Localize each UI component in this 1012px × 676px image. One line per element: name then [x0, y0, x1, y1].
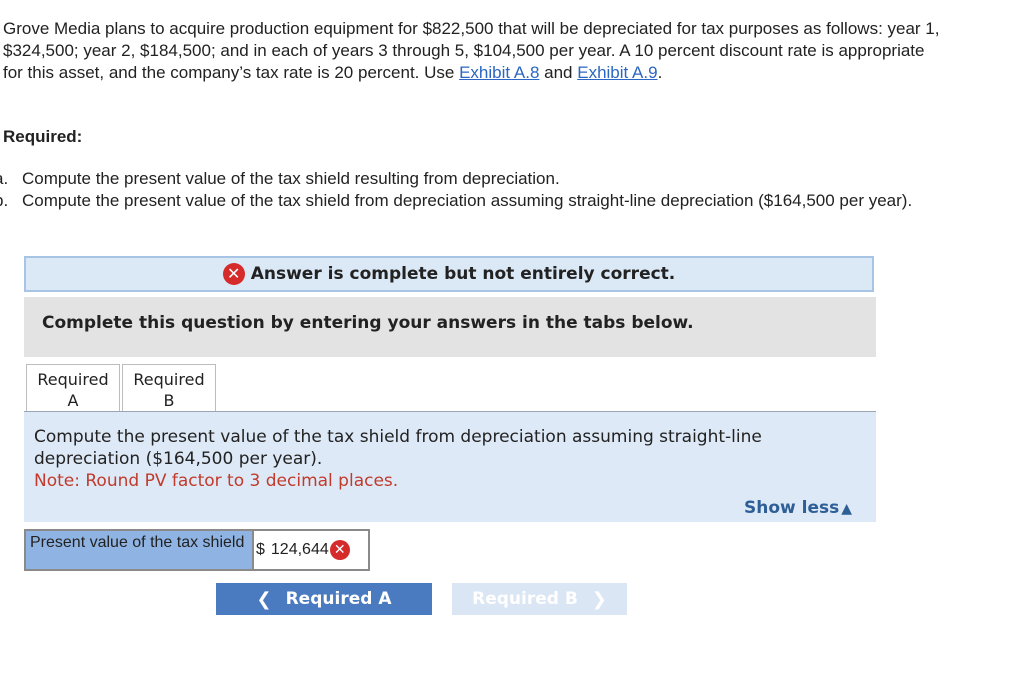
answer-value[interactable]: 124,644: [271, 541, 329, 559]
prev-button-label: Required A: [285, 589, 392, 609]
answer-label: Present value of the tax shield: [24, 529, 254, 571]
requirement-text: Compute the present value of the tax shi…: [22, 169, 560, 188]
banner-text: Answer is complete but not entirely corr…: [250, 264, 676, 284]
question-note: Note: Round PV factor to 3 decimal place…: [34, 471, 399, 491]
requirement-letter: a.: [0, 169, 9, 188]
question-text: Compute the present value of the tax shi…: [34, 427, 762, 469]
problem-text-between: and: [539, 63, 578, 82]
triangle-up-icon: ▲: [841, 501, 852, 517]
tab-required-b[interactable]: Required B: [122, 364, 216, 412]
problem-statement: Grove Media plans to acquire production …: [3, 18, 943, 84]
exhibit-a9-link[interactable]: Exhibit A.9: [577, 63, 657, 82]
tab-label-line1: Required: [133, 370, 205, 389]
requirement-item: a. Compute the present value of the tax …: [0, 168, 950, 190]
requirement-tabs: Required A Required B: [26, 364, 216, 412]
x-circle-icon: ✕: [222, 263, 245, 285]
next-button-label: Required B: [472, 589, 578, 609]
show-less-toggle[interactable]: Show less ▲: [744, 497, 852, 520]
instruction-box: Complete this question by entering your …: [24, 297, 876, 357]
problem-text-end: .: [657, 63, 663, 82]
requirement-item: b. Compute the present value of the tax …: [0, 190, 950, 212]
show-less-label: Show less: [743, 498, 840, 518]
chevron-right-icon: ❯: [591, 588, 607, 610]
requirement-letter: b.: [0, 191, 9, 210]
answer-input-cell[interactable]: $ 124,644 ✕: [254, 529, 370, 571]
chevron-left-icon: ❮: [256, 588, 272, 610]
next-required-b-button[interactable]: Required B ❯: [452, 583, 627, 615]
answer-table: Present value of the tax shield $ 124,64…: [24, 529, 370, 571]
tab-label-line2: A: [67, 391, 79, 410]
answer-status-banner: ✕ Answer is complete but not entirely co…: [24, 256, 874, 292]
exhibit-a8-link[interactable]: Exhibit A.8: [459, 63, 539, 82]
required-heading: Required:: [3, 127, 83, 146]
tab-required-a[interactable]: Required A: [26, 364, 120, 412]
currency-symbol: $: [256, 541, 265, 558]
question-panel: Compute the present value of the tax shi…: [24, 412, 876, 522]
incorrect-x-icon: ✕: [329, 540, 350, 560]
tab-label-line1: Required: [37, 370, 109, 389]
prev-required-a-button[interactable]: ❮ Required A: [216, 583, 432, 615]
instruction-text: Complete this question by entering your …: [42, 313, 694, 333]
tab-label-line2: B: [163, 391, 175, 410]
requirement-text: Compute the present value of the tax shi…: [22, 191, 913, 210]
requirements-list: a. Compute the present value of the tax …: [0, 168, 950, 212]
